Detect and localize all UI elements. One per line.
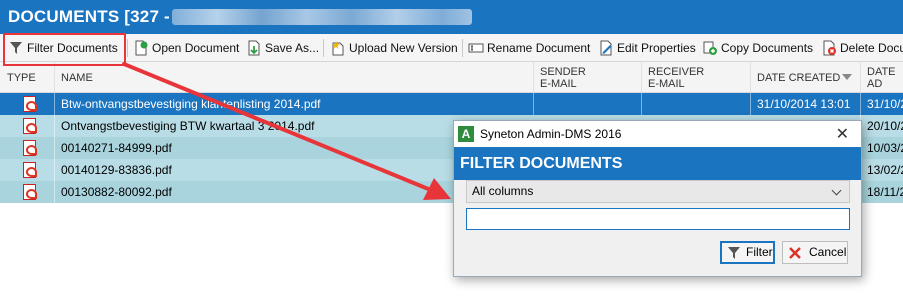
column-header-date-added[interactable]: DATE AD [860,62,903,93]
rename-document-label: Rename Document [487,41,591,55]
app-logo-icon: A [458,126,474,142]
type-cell [0,181,54,203]
upload-icon [332,41,344,56]
window-title: DOCUMENTS [327 - [8,7,170,26]
column-header-sender-email[interactable]: SENDER E-MAIL [533,62,641,93]
edit-properties-icon [600,40,612,56]
date-created-label: DATE CREATED [757,71,841,84]
upload-new-version-button[interactable]: Upload New Version [330,38,458,58]
pdf-icon [23,184,37,200]
column-header-date-created[interactable]: DATE CREATED [750,62,860,93]
window-title-bar: DOCUMENTS [327 - [0,0,903,34]
date-added-cell: 31/10/2 [860,93,903,115]
date-added-cell: 20/10/2 [860,115,903,137]
column-select-value: All columns [472,184,534,198]
filter-button-label: Filter [746,245,773,259]
copy-icon [703,41,717,55]
type-cell [0,115,54,137]
close-icon[interactable]: ✕ [836,124,849,144]
grid-header: TYPE NAME SENDER E-MAIL RECEIVER E-MAIL … [0,62,903,93]
cancel-icon [789,246,801,259]
column-header-receiver-email[interactable]: RECEIVER E-MAIL [641,62,750,93]
save-as-icon [248,40,260,56]
filter-icon [728,246,740,259]
rename-icon [468,43,484,53]
save-as-button[interactable]: Save As... [246,38,319,58]
pdf-icon [23,140,37,156]
toolbar-separator [127,39,128,57]
sort-descending-icon [842,74,852,80]
copy-documents-label: Copy Documents [721,41,814,55]
redacted-title [172,9,472,25]
upload-new-version-label: Upload New Version [349,41,458,55]
delete-documents-label: Delete Docu [840,41,903,55]
edit-properties-button[interactable]: Edit Properties [598,38,696,58]
date-created-cell: 31/10/2014 13:01 [750,93,860,115]
column-header-type[interactable]: TYPE [0,62,54,93]
filter-button[interactable]: Filter [720,241,775,264]
open-document-icon [135,40,148,56]
open-document-button[interactable]: Open Document [133,38,239,58]
toolbar: Filter Documents Open Document Save As..… [0,34,903,62]
copy-documents-button[interactable]: Copy Documents [702,38,813,58]
edit-properties-label: Edit Properties [617,41,696,55]
column-header-name[interactable]: NAME [54,62,533,93]
type-cell [0,137,54,159]
toolbar-separator [323,39,324,57]
type-cell [0,93,54,115]
dialog-heading: FILTER DOCUMENTS [454,147,861,180]
type-cell [0,159,54,181]
pdf-icon [23,162,37,178]
delete-documents-button[interactable]: Delete Docu [821,38,903,58]
receiver-cell [641,93,750,115]
dialog-window-title: Syneton Admin-DMS 2016 [480,127,622,141]
date-added-cell: 13/02/2 [860,159,903,181]
delete-icon [823,40,836,56]
date-added-cell: 10/03/2 [860,137,903,159]
column-select[interactable]: All columns [466,180,850,203]
sender-cell [533,93,641,115]
save-as-label: Save As... [265,41,320,55]
chevron-down-icon [831,185,842,196]
date-added-cell: 18/11/2 [860,181,903,203]
cancel-button-label: Cancel [809,245,847,259]
pdf-icon [23,118,37,134]
pdf-icon [23,96,37,112]
open-document-label: Open Document [152,41,240,55]
dialog-title-bar: A Syneton Admin-DMS 2016 ✕ [454,121,861,147]
table-row[interactable]: Btw-ontvangstbevestiging klantenlisting … [0,93,903,115]
rename-document-button[interactable]: Rename Document [468,38,590,58]
filter-value-input[interactable] [466,208,850,230]
cancel-button[interactable]: Cancel [782,241,848,264]
filter-dialog: A Syneton Admin-DMS 2016 ✕ FILTER DOCUME… [453,120,862,277]
toolbar-separator [462,39,463,57]
name-cell: Btw-ontvangstbevestiging klantenlisting … [54,93,533,115]
annotation-highlight-box [3,33,126,66]
